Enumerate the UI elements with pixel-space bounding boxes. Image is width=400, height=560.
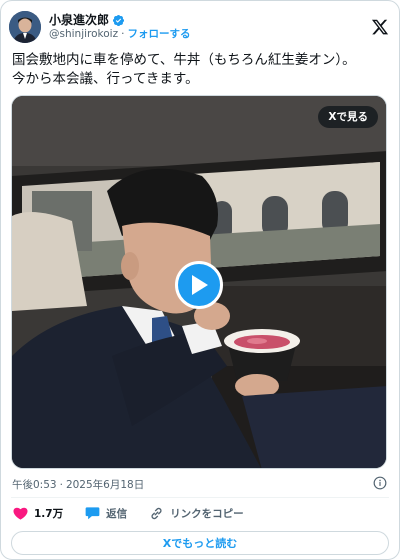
author-handle[interactable]: @shinjirokoiz — [49, 28, 118, 41]
follow-button[interactable]: フォローする — [127, 28, 190, 41]
timestamp-separator: · — [59, 478, 63, 491]
tweet-time: 午後0:53 — [12, 479, 57, 491]
copy-link-label: リンクをコピー — [170, 507, 244, 520]
link-icon — [151, 507, 162, 519]
play-button[interactable] — [175, 261, 223, 309]
video-player[interactable]: Xで見る — [11, 95, 387, 469]
avatar[interactable] — [9, 11, 41, 43]
separator-dot: · — [121, 27, 125, 40]
tweet-text-line-2: 今から本会議、行ってきます。 — [12, 71, 199, 87]
info-icon[interactable] — [373, 476, 387, 490]
read-more-on-x-button[interactable]: Xでもっと読む — [11, 531, 389, 555]
copy-link-button[interactable]: リンクをコピー — [149, 506, 244, 521]
tweet-date: 2025年6月18日 — [65, 479, 145, 491]
view-on-x-button[interactable]: Xで見る — [318, 106, 378, 128]
verified-badge-icon — [112, 14, 125, 26]
like-button[interactable]: 1.7万 — [13, 506, 63, 521]
tweet-timestamp[interactable]: 午後0:53 · 2025年6月18日 — [12, 477, 144, 492]
tweet-header: 小泉進次郎 @shinjirokoiz · フォローする — [9, 7, 389, 47]
play-icon — [192, 275, 208, 295]
tweet-embed-card: 小泉進次郎 @shinjirokoiz · フォローする 国会敷地内に車を停めて… — [0, 0, 400, 560]
reply-button[interactable]: 返信 — [85, 506, 127, 521]
action-bar: 1.7万 返信 リンクをコピー — [13, 503, 266, 523]
author-name[interactable]: 小泉進次郎 — [49, 13, 109, 28]
x-logo-icon[interactable] — [371, 18, 389, 36]
heart-icon — [13, 507, 28, 520]
reply-label: 返信 — [106, 507, 128, 520]
author-info: 小泉進次郎 @shinjirokoiz · フォローする — [49, 13, 371, 41]
reply-icon — [85, 507, 100, 520]
tweet-text-line-1: 国会敷地内に車を停めて、牛丼（もちろん紅生姜オン）。 — [12, 52, 356, 68]
tweet-text: 国会敷地内に車を停めて、牛丼（もちろん紅生姜オン）。 今から本会議、行ってきます… — [12, 51, 387, 89]
like-count: 1.7万 — [34, 507, 64, 520]
divider — [11, 497, 389, 498]
